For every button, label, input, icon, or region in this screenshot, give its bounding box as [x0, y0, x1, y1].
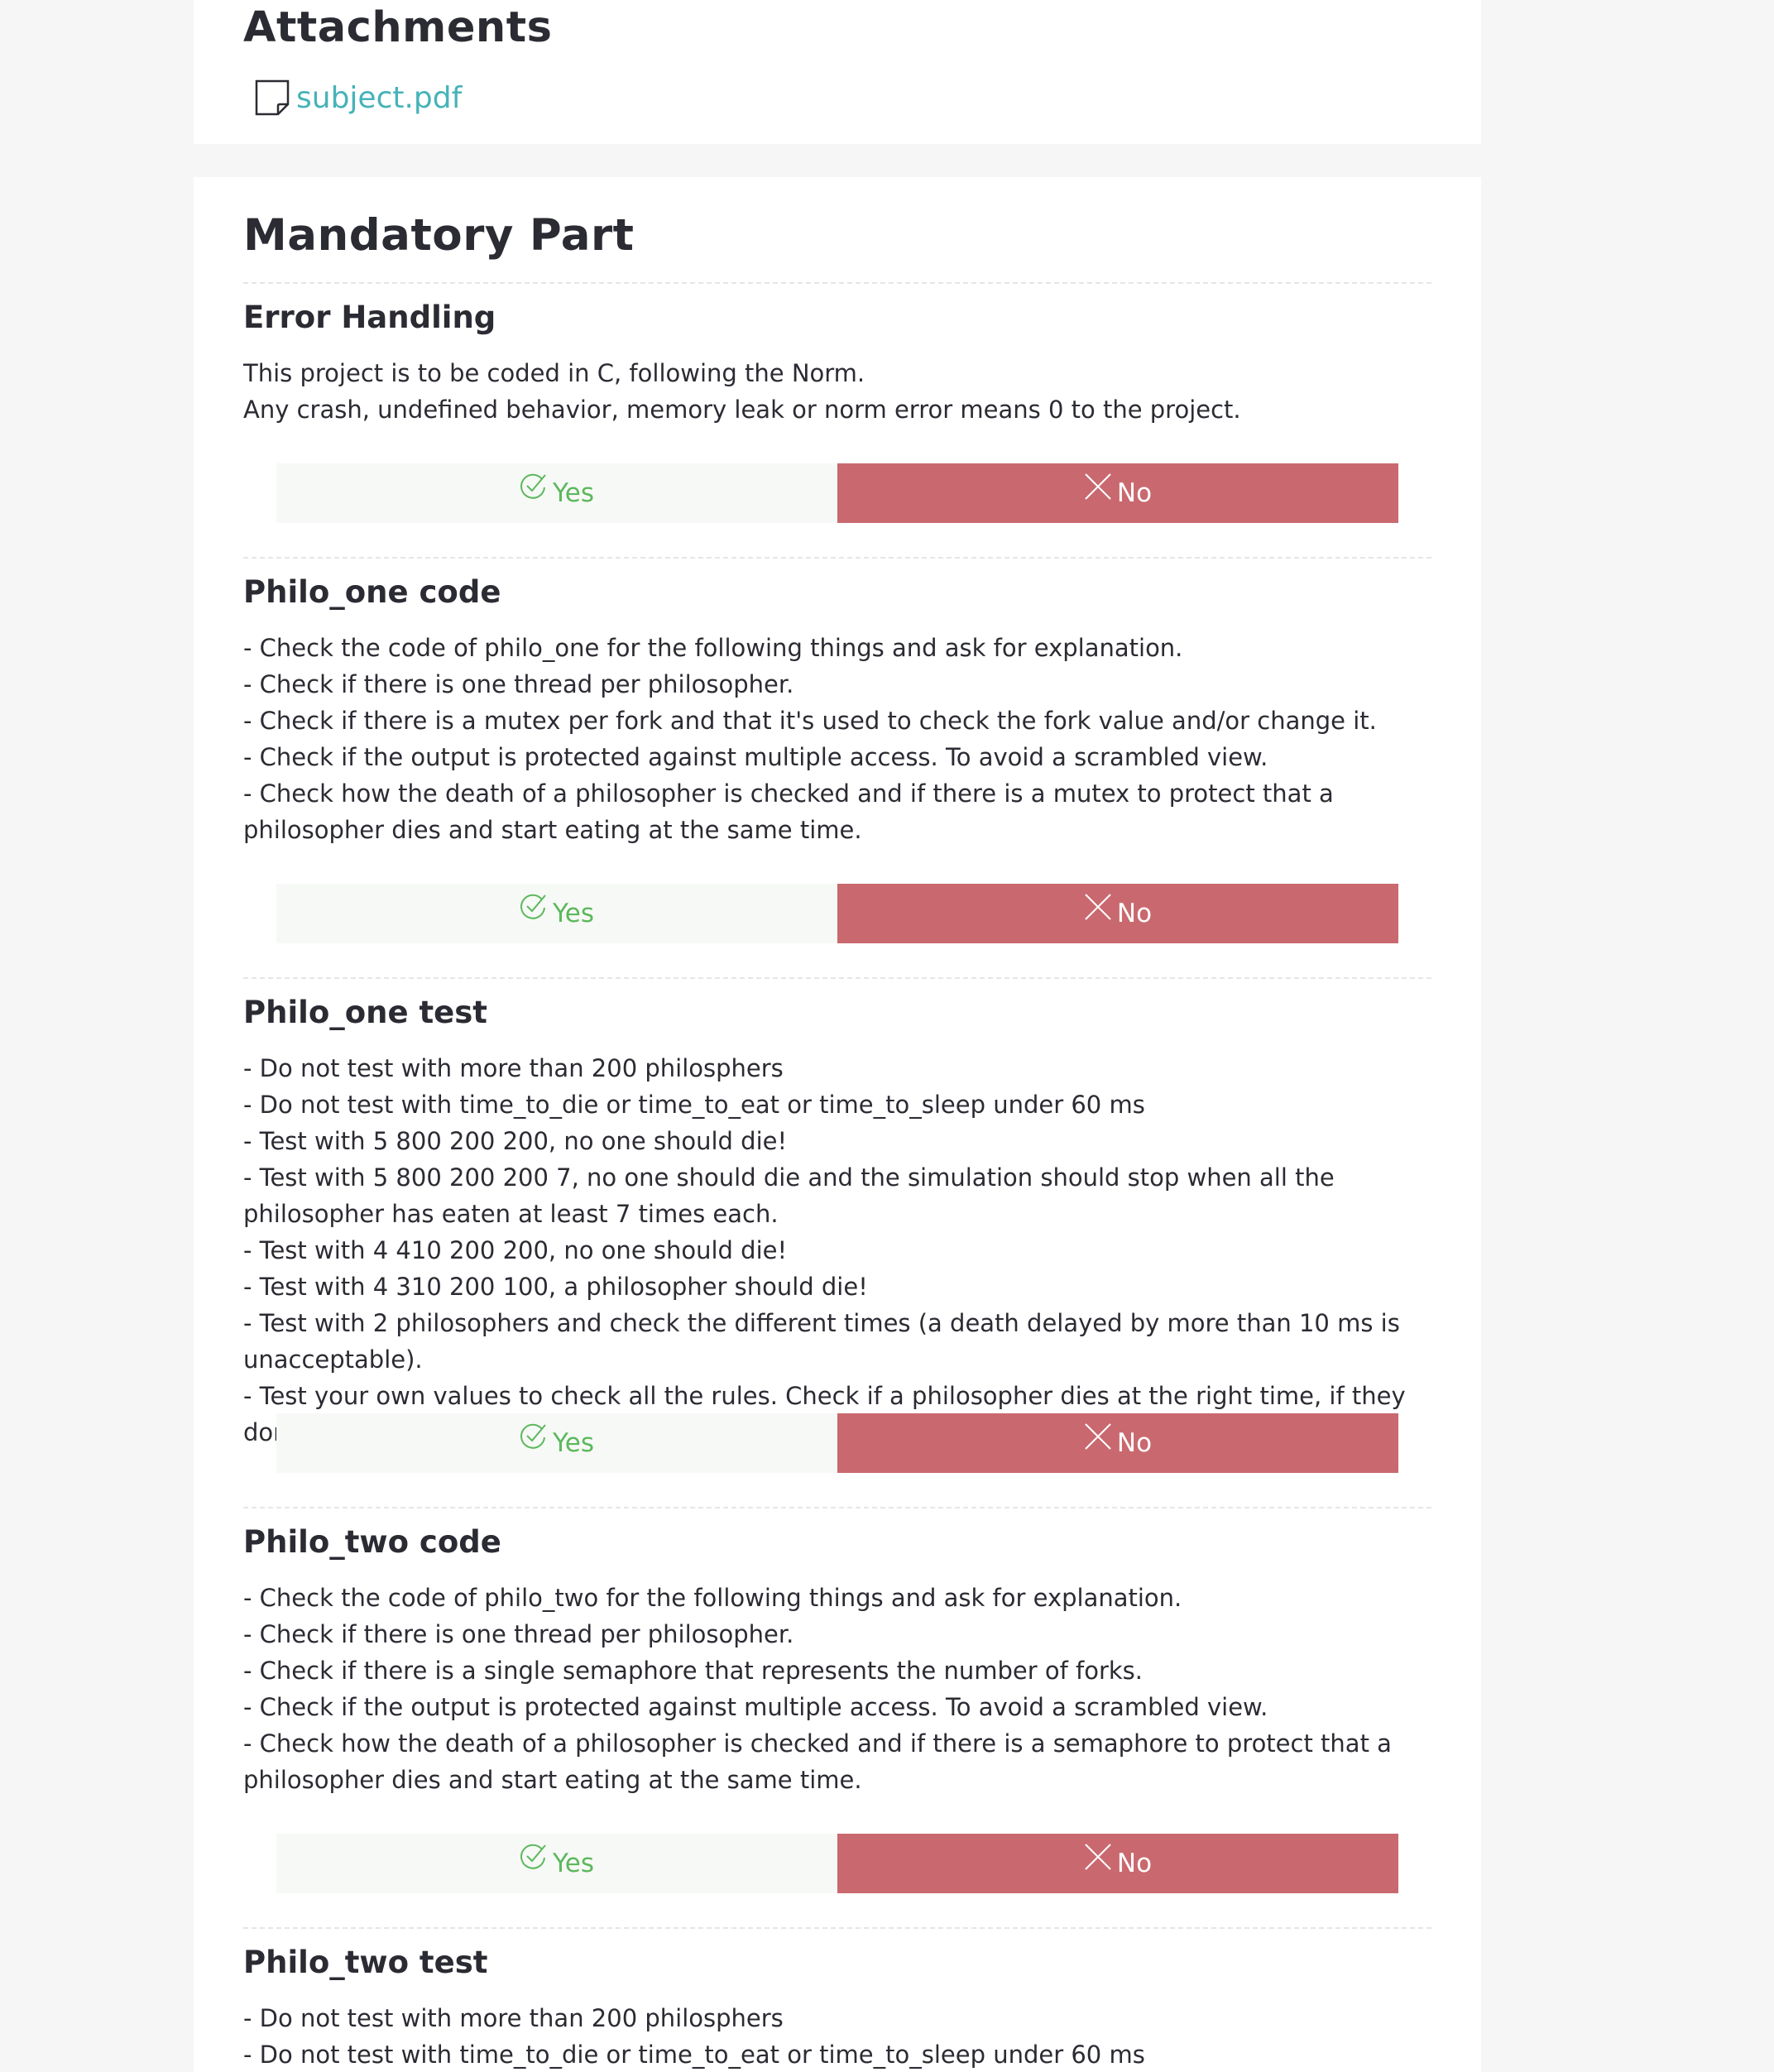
file-icon	[255, 79, 290, 116]
attachments-heading: Attachments	[243, 3, 553, 52]
yes-button-error-handling[interactable]: Yes	[276, 463, 837, 523]
yes-label: Yes	[552, 478, 595, 508]
no-button-error-handling[interactable]: No	[837, 463, 1398, 523]
no-button-philo-one-test[interactable]: No	[837, 1413, 1398, 1473]
close-x-icon	[1084, 1843, 1112, 1871]
section-divider	[243, 557, 1431, 559]
yes-button-philo-one-code[interactable]: Yes	[276, 884, 837, 943]
section-title-philo-two-test: Philo_two test	[243, 1945, 488, 1980]
check-circle-icon	[520, 1422, 548, 1451]
no-label: No	[1116, 478, 1153, 508]
no-button-philo-one-code[interactable]: No	[837, 884, 1398, 943]
section-body-philo-two-code: - Check the code of philo_two for the fo…	[243, 1584, 1392, 1794]
mandatory-part-heading: Mandatory Part	[243, 210, 635, 261]
section-body-philo-one-code: - Check the code of philo_one for the fo…	[243, 634, 1377, 844]
answer-row-error-handling: Yes No	[276, 463, 1398, 523]
no-label: No	[1116, 1849, 1153, 1878]
yes-label: Yes	[552, 899, 595, 928]
no-button-philo-two-code[interactable]: No	[837, 1834, 1398, 1893]
section-divider	[243, 282, 1431, 284]
evaluation-page: Attachments subject.pdf Mandatory Part E…	[0, 0, 1774, 2072]
attachments-card: Attachments subject.pdf	[194, 0, 1481, 144]
yes-label: Yes	[552, 1849, 595, 1878]
section-title-philo-one-test: Philo_one test	[243, 995, 487, 1030]
close-x-icon	[1084, 472, 1112, 501]
no-label: No	[1116, 899, 1153, 928]
check-circle-icon	[520, 1843, 548, 1871]
yes-label: Yes	[552, 1428, 595, 1458]
section-title-philo-one-code: Philo_one code	[243, 574, 501, 610]
close-x-icon	[1084, 893, 1112, 921]
mandatory-part-card: Mandatory Part Error Handling This proje…	[194, 177, 1481, 2072]
answer-row-philo-one-test: Yes No	[276, 1413, 1398, 1473]
section-divider	[243, 1927, 1431, 1929]
section-divider	[243, 977, 1431, 979]
section-body-error-handling: This project is to be coded in C, follow…	[243, 359, 1241, 424]
no-label: No	[1116, 1428, 1153, 1458]
close-x-icon	[1084, 1422, 1112, 1451]
attachment-file-name: subject.pdf	[296, 80, 463, 115]
yes-button-philo-one-test[interactable]: Yes	[276, 1413, 837, 1473]
yes-button-philo-two-code[interactable]: Yes	[276, 1834, 837, 1893]
answer-row-philo-one-code: Yes No	[276, 884, 1398, 943]
check-circle-icon	[520, 893, 548, 921]
section-body-philo-one-test: - Do not test with more than 200 philosp…	[243, 1054, 1406, 1446]
check-circle-icon	[520, 472, 548, 501]
attachment-link-subject-pdf[interactable]: subject.pdf	[255, 79, 462, 116]
section-divider	[243, 1507, 1431, 1508]
section-title-error-handling: Error Handling	[243, 300, 496, 335]
section-body-philo-two-test: - Do not test with more than 200 philosp…	[243, 2004, 1145, 2069]
section-title-philo-two-code: Philo_two code	[243, 1524, 501, 1560]
answer-row-philo-two-code: Yes No	[276, 1834, 1398, 1893]
